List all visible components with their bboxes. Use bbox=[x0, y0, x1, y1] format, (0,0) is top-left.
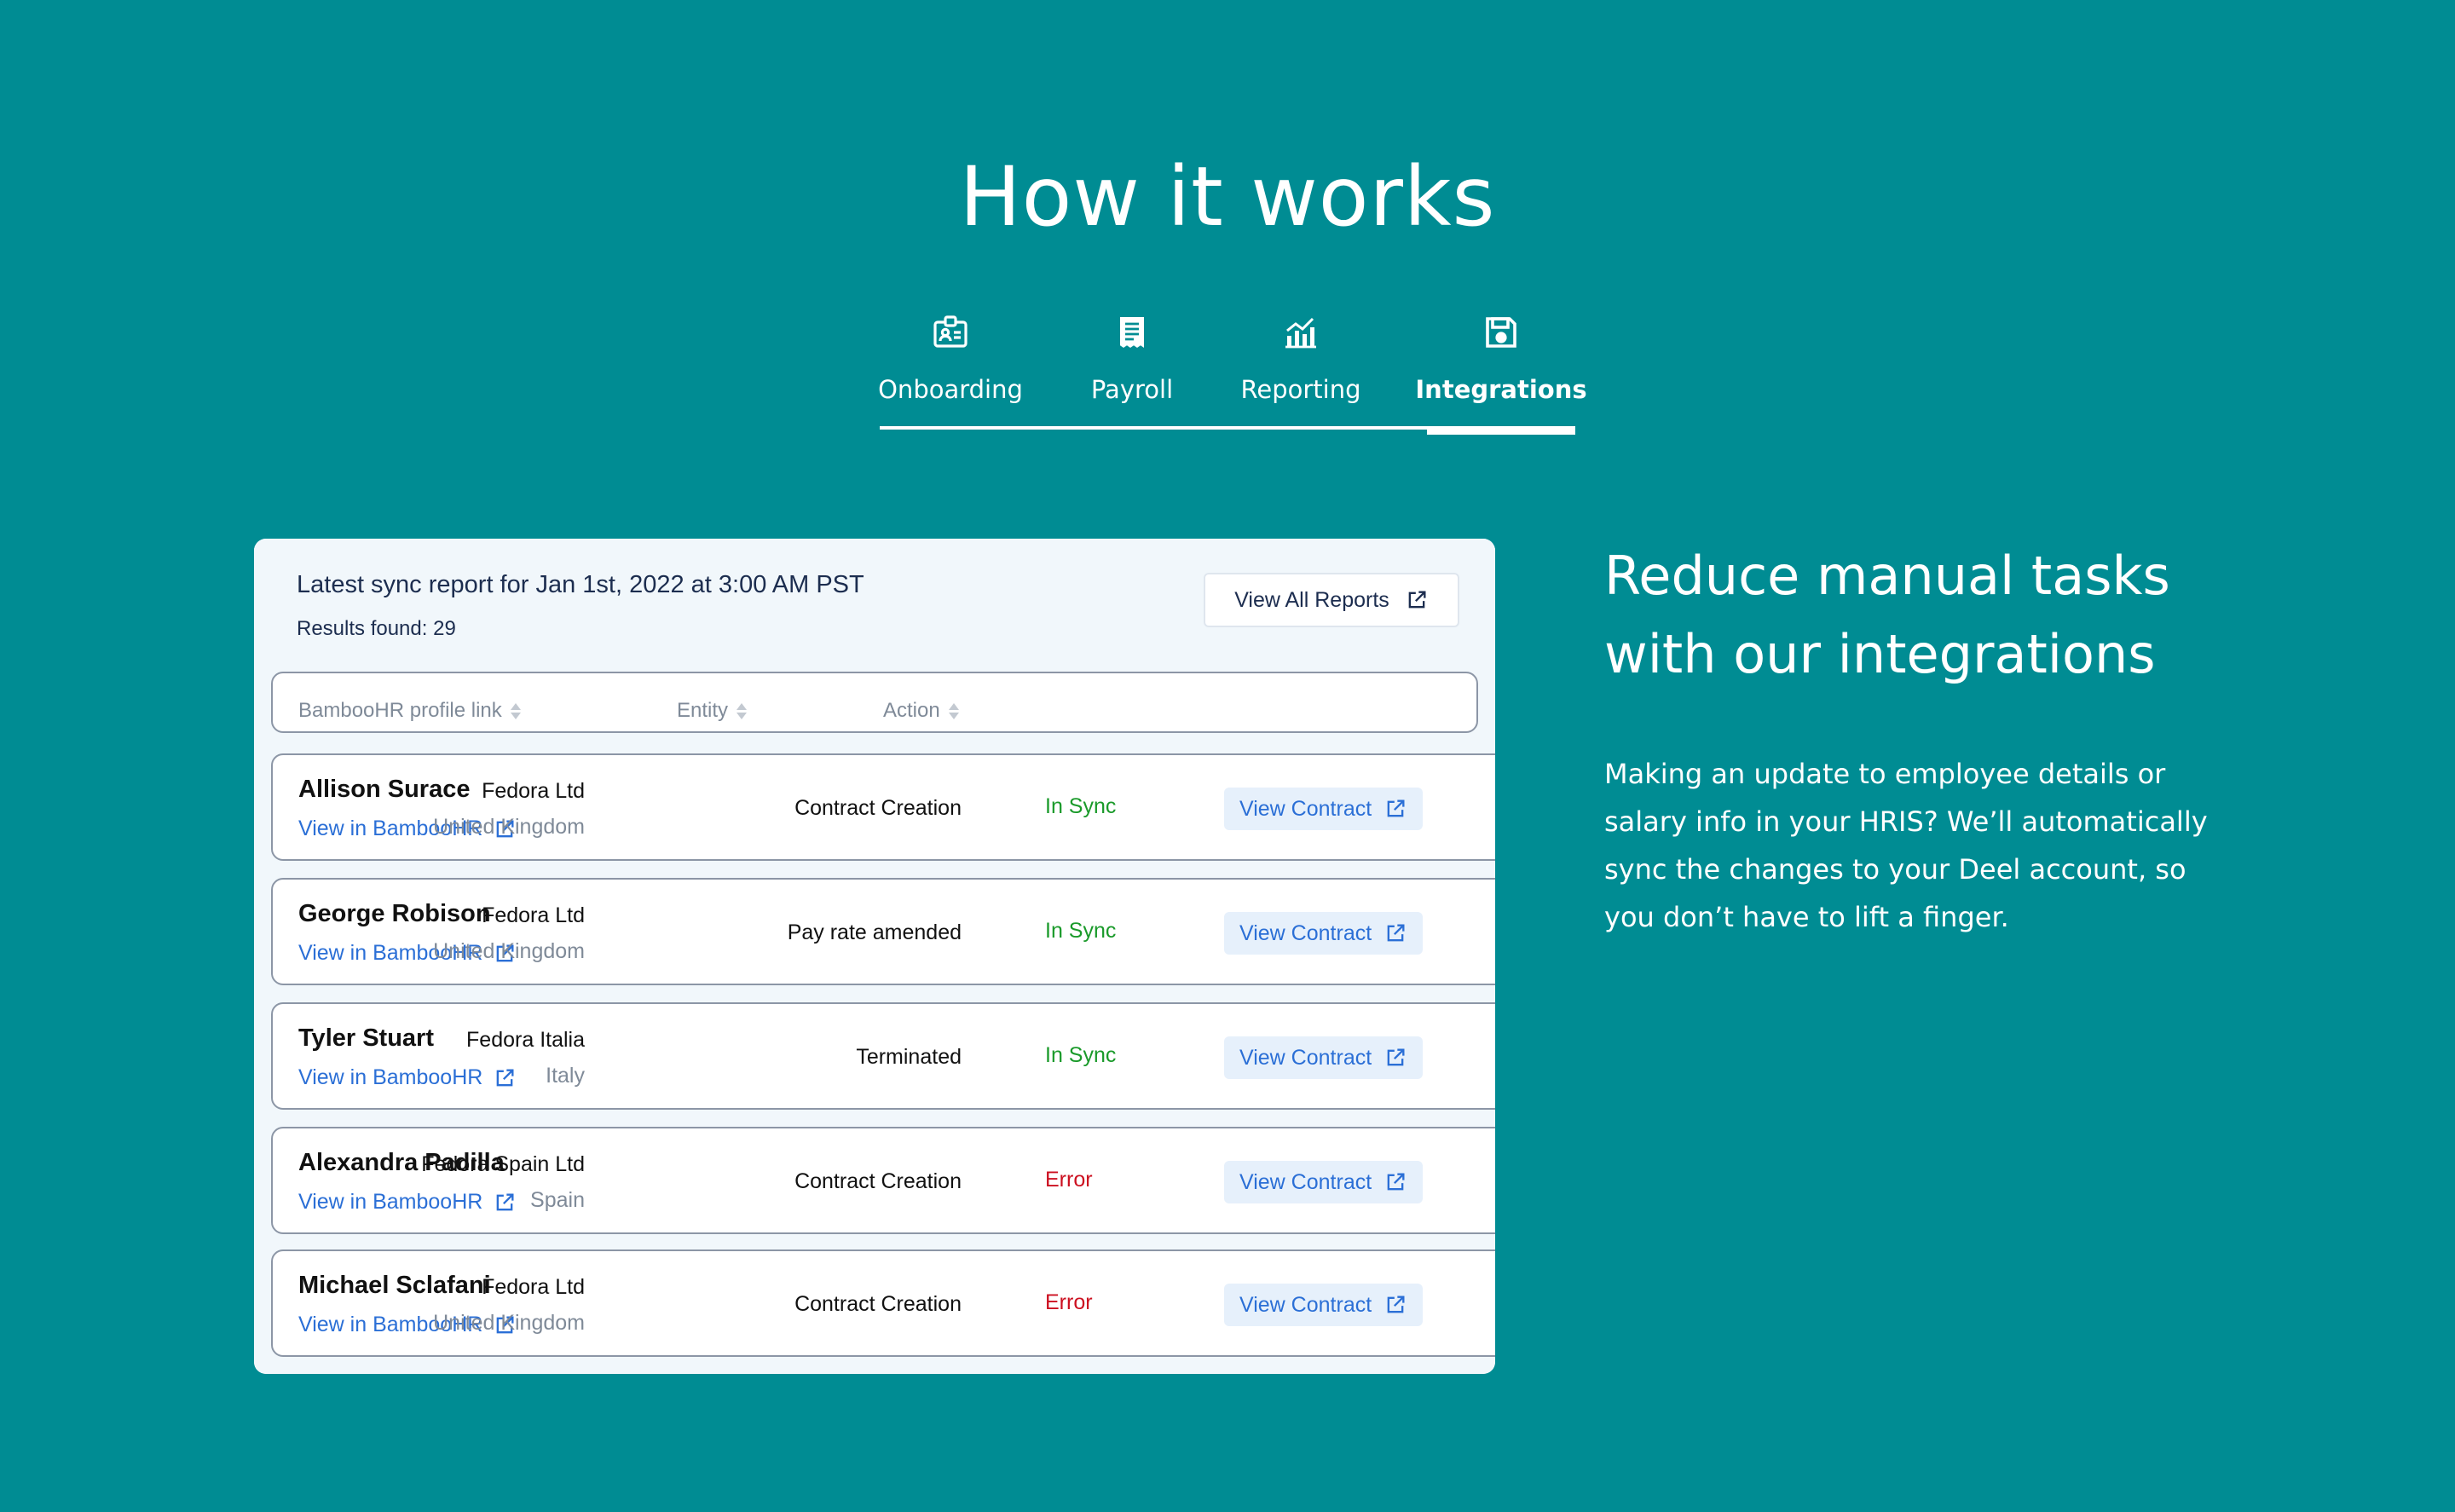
entity-country: Italy bbox=[546, 1064, 585, 1088]
sort-icon bbox=[510, 702, 521, 719]
external-link-icon bbox=[1387, 924, 1405, 942]
entity-name: Fedora Spain Ltd bbox=[421, 1152, 585, 1176]
column-header-action[interactable]: Action bbox=[883, 699, 959, 723]
column-label: Action bbox=[883, 699, 940, 722]
view-in-bamboohr-link[interactable]: View in BambooHR bbox=[298, 1190, 517, 1215]
employee-name: Allison Surace bbox=[298, 776, 471, 803]
employee-name: George Robison bbox=[298, 900, 491, 927]
sync-status: In Sync bbox=[1045, 794, 1117, 818]
sync-action: Contract Creation bbox=[794, 1292, 962, 1316]
feature-tabs: Onboarding Payroll Reporting Integration… bbox=[878, 307, 1587, 435]
view-all-reports-button[interactable]: View All Reports bbox=[1204, 573, 1459, 627]
side-description: Making an update to employee details or … bbox=[1604, 758, 2208, 933]
external-link-icon bbox=[1387, 1173, 1405, 1191]
external-link-icon bbox=[496, 1193, 514, 1210]
table-row: Allison Surace View in BambooHR Fedora Ltd… bbox=[271, 753, 1495, 861]
entity-name: Fedora Ltd bbox=[482, 779, 585, 803]
view-all-label: View All Reports bbox=[1234, 587, 1389, 612]
sync-action: Contract Creation bbox=[794, 796, 962, 820]
entity-country: Spain bbox=[530, 1188, 585, 1212]
entity-name: Fedora Ltd bbox=[482, 1275, 585, 1299]
entity-country: United Kingdom bbox=[433, 1311, 585, 1335]
view-contract-button[interactable]: View Contract bbox=[1224, 1161, 1424, 1203]
entity-country: United Kingdom bbox=[433, 815, 585, 839]
column-header-entity[interactable]: Entity bbox=[677, 699, 748, 723]
floppy-disk-icon bbox=[1486, 317, 1516, 348]
entity-country: United Kingdom bbox=[433, 939, 585, 963]
external-link-icon bbox=[1408, 591, 1426, 609]
employee-name: Michael Sclafani bbox=[298, 1272, 491, 1299]
external-link-icon bbox=[1387, 799, 1405, 817]
table-row: George Robison View in BambooHR Fedora Ltd… bbox=[271, 878, 1495, 985]
tab-payroll[interactable]: Payroll bbox=[1091, 307, 1173, 430]
button-label: View Contract bbox=[1239, 1045, 1372, 1070]
sort-icon bbox=[736, 702, 748, 719]
view-contract-button[interactable]: View Contract bbox=[1224, 912, 1424, 955]
button-label: View Contract bbox=[1239, 920, 1372, 945]
entity-name: Fedora Ltd bbox=[482, 903, 585, 927]
sync-status: Error bbox=[1045, 1290, 1093, 1314]
button-label: View Contract bbox=[1239, 796, 1372, 821]
tab-label: Reporting bbox=[1240, 375, 1361, 404]
sync-action: Pay rate amended bbox=[787, 920, 962, 944]
link-label: View in BambooHR bbox=[298, 1190, 483, 1214]
table-header: BambooHR profile link Entity Action bbox=[271, 672, 1478, 733]
table-row: Tyler Stuart View in BambooHR Fedora Itali… bbox=[271, 1002, 1495, 1110]
column-label: BambooHR profile link bbox=[298, 699, 502, 722]
receipt-icon bbox=[1120, 317, 1144, 348]
section-heading: How it works bbox=[959, 149, 1496, 245]
sync-status: Error bbox=[1045, 1168, 1093, 1192]
tab-reporting[interactable]: Reporting bbox=[1240, 307, 1361, 430]
link-label: View in BambooHR bbox=[298, 1065, 483, 1089]
results-count: Results found: 29 bbox=[297, 617, 456, 640]
column-label: Entity bbox=[677, 699, 729, 722]
column-header-profile-link[interactable]: BambooHR profile link bbox=[298, 699, 521, 723]
employee-name: Tyler Stuart bbox=[298, 1024, 435, 1052]
external-link-icon bbox=[1387, 1296, 1405, 1313]
view-contract-button[interactable]: View Contract bbox=[1224, 788, 1424, 830]
view-contract-button[interactable]: View Contract bbox=[1224, 1284, 1424, 1326]
report-title: Latest sync report for Jan 1st, 2022 at … bbox=[297, 571, 864, 598]
view-contract-button[interactable]: View Contract bbox=[1224, 1036, 1424, 1079]
external-link-icon bbox=[496, 1069, 514, 1086]
side-title: Reduce manual tasks with our integration… bbox=[1604, 545, 2170, 685]
sort-icon bbox=[948, 702, 959, 719]
external-link-icon bbox=[1387, 1048, 1405, 1066]
sync-action: Contract Creation bbox=[794, 1169, 962, 1193]
sync-status: In Sync bbox=[1045, 919, 1117, 943]
sync-status: In Sync bbox=[1045, 1043, 1117, 1067]
tab-onboarding[interactable]: Onboarding bbox=[878, 307, 1023, 430]
id-badge-icon bbox=[933, 315, 968, 348]
bar-chart-icon bbox=[1285, 317, 1316, 349]
tab-label: Onboarding bbox=[878, 375, 1023, 404]
tab-integrations[interactable]: Integrations bbox=[1415, 307, 1587, 435]
view-in-bamboohr-link[interactable]: View in BambooHR bbox=[298, 1065, 517, 1090]
table-row: Michael Sclafani View in BambooHR Fedora L… bbox=[271, 1249, 1495, 1357]
entity-name: Fedora Italia bbox=[466, 1028, 585, 1052]
tab-label: Payroll bbox=[1090, 375, 1174, 404]
sync-report-card: Latest sync report for Jan 1st, 2022 at … bbox=[254, 539, 1495, 1374]
button-label: View Contract bbox=[1239, 1169, 1372, 1194]
tab-label: Integrations bbox=[1415, 375, 1587, 404]
table-row: Alexandra Padilla View in BambooHR Fedora … bbox=[271, 1127, 1495, 1234]
sync-action: Terminated bbox=[856, 1045, 962, 1069]
button-label: View Contract bbox=[1239, 1292, 1372, 1317]
